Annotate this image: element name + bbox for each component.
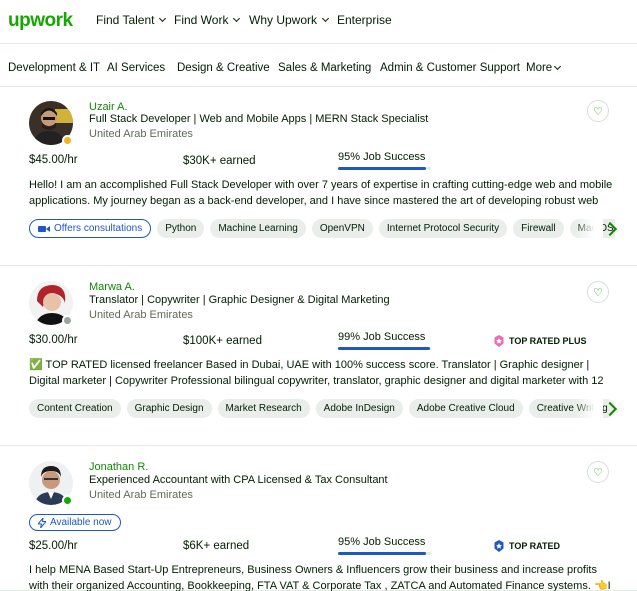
skills-list: Content Creation Graphic Design Market R… bbox=[29, 399, 615, 419]
freelancer-name[interactable]: Jonathan R. bbox=[89, 461, 148, 473]
freelancer-name[interactable]: Uzair A. bbox=[89, 101, 128, 113]
freelancer-description[interactable]: Hello! I am an accomplished Full Stack D… bbox=[29, 177, 615, 209]
lightning-icon bbox=[38, 517, 46, 528]
heart-icon: ♡ bbox=[593, 286, 603, 299]
skills-fade bbox=[575, 399, 603, 419]
nav-find-work[interactable]: Find Work bbox=[174, 13, 241, 27]
freelancer-card[interactable]: Jonathan R. Experienced Accountant with … bbox=[0, 446, 637, 591]
category-admin-support[interactable]: Admin & Customer Support bbox=[380, 62, 520, 74]
job-success-label: 99% Job Success bbox=[338, 331, 426, 343]
job-success-fill bbox=[338, 167, 427, 170]
job-success-fill bbox=[338, 347, 431, 350]
status-indicator bbox=[62, 495, 73, 506]
status-indicator bbox=[62, 135, 73, 146]
nav-enterprise[interactable]: Enterprise bbox=[337, 13, 392, 27]
skill-tag[interactable]: Firewall bbox=[513, 219, 564, 238]
category-development-it[interactable]: Development & IT bbox=[8, 62, 100, 74]
chevron-down-icon bbox=[159, 14, 167, 23]
category-design-creative[interactable]: Design & Creative bbox=[177, 62, 270, 74]
nav-find-talent[interactable]: Find Talent bbox=[96, 13, 167, 27]
available-now-label: Available now bbox=[50, 517, 112, 528]
chevron-down-icon bbox=[554, 62, 562, 71]
top-rated-plus-icon bbox=[494, 335, 504, 347]
skill-tag[interactable]: Python bbox=[157, 219, 205, 238]
top-rated-label: TOP RATED bbox=[509, 541, 561, 551]
freelancer-location: United Arab Emirates bbox=[89, 128, 193, 140]
skill-tag[interactable]: Internet Protocol Security bbox=[378, 219, 508, 238]
video-camera-icon bbox=[38, 225, 50, 232]
nav-enterprise-label: Enterprise bbox=[337, 13, 392, 27]
freelancer-card[interactable]: Uzair A. Full Stack Developer | Web and … bbox=[0, 88, 637, 266]
freelancer-title[interactable]: Full Stack Developer | Web and Mobile Ap… bbox=[89, 113, 428, 125]
freelancer-location: United Arab Emirates bbox=[89, 489, 193, 501]
category-navigation: Development & IT AI Services Design & Cr… bbox=[0, 45, 637, 87]
nav-why-upwork[interactable]: Why Upwork bbox=[249, 13, 330, 27]
category-more-label: More bbox=[526, 62, 553, 74]
offers-consultations-badge[interactable]: Offers consultations bbox=[29, 219, 152, 238]
top-rated-plus-badge: TOP RATED PLUS bbox=[493, 335, 587, 347]
status-indicator bbox=[62, 315, 73, 326]
freelancer-card[interactable]: Marwa A. Translator | Copywriter | Graph… bbox=[0, 266, 637, 446]
category-more[interactable]: More bbox=[526, 62, 562, 74]
nav-find-talent-label: Find Talent bbox=[96, 13, 155, 27]
freelancer-title[interactable]: Experienced Accountant with CPA Licensed… bbox=[89, 474, 388, 486]
top-rated-icon bbox=[494, 540, 504, 552]
top-navigation: upwork Find Talent Find Work Why Upwork … bbox=[0, 0, 637, 44]
total-earned: $100K+ earned bbox=[183, 335, 262, 347]
job-success-bar bbox=[338, 552, 431, 555]
chevron-down-icon bbox=[321, 14, 330, 23]
offers-consultations-label: Offers consultations bbox=[54, 223, 143, 234]
freelancer-title[interactable]: Translator | Copywriter | Graphic Design… bbox=[89, 294, 390, 306]
heart-icon: ♡ bbox=[593, 105, 603, 118]
freelancer-location: United Arab Emirates bbox=[89, 309, 193, 321]
job-success-label: 95% Job Success bbox=[338, 151, 426, 163]
freelancer-description[interactable]: ✅ TOP RATED licensed freelancer Based in… bbox=[29, 357, 615, 389]
nav-find-work-label: Find Work bbox=[174, 13, 229, 27]
job-success-fill bbox=[338, 552, 427, 555]
skills-fade bbox=[575, 219, 603, 239]
nav-why-upwork-label: Why Upwork bbox=[249, 13, 318, 27]
hourly-rate: $30.00/hr bbox=[29, 334, 78, 346]
save-favorite-button[interactable]: ♡ bbox=[587, 461, 609, 483]
job-success-bar bbox=[338, 167, 431, 170]
total-earned: $30K+ earned bbox=[183, 155, 256, 167]
skill-tag[interactable]: Content Creation bbox=[29, 399, 121, 418]
chevron-down-icon bbox=[233, 14, 241, 23]
skill-tag[interactable]: OpenVPN bbox=[311, 219, 373, 238]
skills-list: Offers consultations Python Machine Lear… bbox=[29, 219, 615, 239]
skill-tag[interactable]: Adobe Creative Cloud bbox=[408, 399, 523, 418]
freelancer-description[interactable]: I help MENA Based Start-Up Entrepreneurs… bbox=[29, 562, 615, 591]
job-success-label: 95% Job Success bbox=[338, 536, 426, 548]
category-ai-services[interactable]: AI Services bbox=[107, 62, 165, 74]
available-now-badge: Available now bbox=[29, 514, 121, 531]
skill-tag[interactable]: Graphic Design bbox=[126, 399, 212, 418]
freelancer-name[interactable]: Marwa A. bbox=[89, 281, 135, 293]
hourly-rate: $45.00/hr bbox=[29, 154, 78, 166]
top-rated-plus-label: TOP RATED PLUS bbox=[509, 336, 587, 346]
total-earned: $6K+ earned bbox=[183, 540, 250, 552]
top-rated-badge: TOP RATED bbox=[493, 540, 560, 552]
save-favorite-button[interactable]: ♡ bbox=[587, 100, 609, 122]
skill-tag[interactable]: Adobe InDesign bbox=[315, 399, 403, 418]
save-favorite-button[interactable]: ♡ bbox=[587, 281, 609, 303]
skill-tag[interactable]: Machine Learning bbox=[210, 219, 306, 238]
heart-icon: ♡ bbox=[593, 466, 603, 479]
hourly-rate: $25.00/hr bbox=[29, 540, 78, 552]
job-success-bar bbox=[338, 347, 431, 350]
upwork-logo[interactable]: upwork bbox=[8, 10, 73, 32]
skill-tag[interactable]: Market Research bbox=[217, 399, 310, 418]
category-sales-marketing[interactable]: Sales & Marketing bbox=[278, 62, 371, 74]
